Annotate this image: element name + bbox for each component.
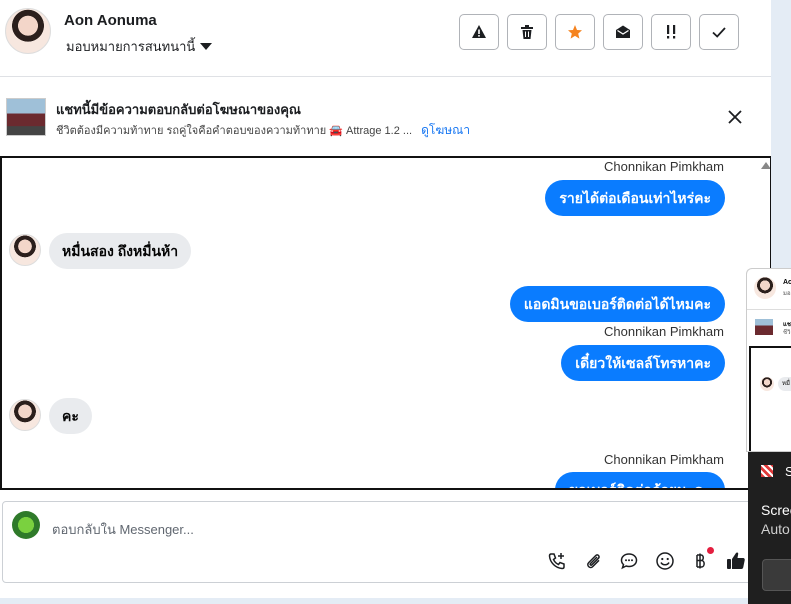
emoji-button[interactable] — [654, 550, 676, 572]
check-icon — [712, 27, 726, 38]
snipping-tool-icon — [761, 465, 773, 477]
baht-icon — [696, 553, 705, 569]
reply-composer[interactable]: ตอบกลับใน Messenger... — [2, 501, 771, 583]
contact-name[interactable]: Aon Aonuma — [64, 12, 157, 29]
toast-action-button[interactable] — [762, 559, 791, 591]
ad-reply-banner: แชทนี้มีข้อความตอบกลับต่อโฆษณาของคุณ ชีว… — [0, 78, 771, 156]
notification-dot — [707, 547, 714, 554]
chat-bubble-icon — [620, 553, 638, 570]
scroll-up-arrow-icon[interactable] — [761, 162, 770, 169]
contact-avatar-small — [9, 234, 41, 266]
page-avatar — [12, 511, 40, 539]
star-button[interactable] — [555, 14, 595, 50]
trash-icon — [521, 25, 533, 39]
mini-contact-name: Ao — [783, 279, 791, 286]
message-thread[interactable]: Chonnikan Pimkham รายได้ต่อเดือนเท่าไหร่… — [0, 156, 771, 490]
star-icon — [568, 25, 582, 39]
mini-ad-subtitle: ชีวิต — [783, 330, 791, 336]
attach-button[interactable] — [582, 550, 604, 572]
ad-thumbnail[interactable] — [6, 98, 46, 136]
mini-incoming-message: หมื่ — [778, 377, 791, 391]
phone-plus-icon — [548, 553, 565, 570]
page-scrollbar[interactable] — [771, 0, 791, 268]
report-button[interactable] — [459, 14, 499, 50]
view-ad-link[interactable]: ดูโฆษณา — [421, 123, 470, 137]
outgoing-message[interactable]: เดี๋ยวให้เซลล์โทรหาคะ — [561, 345, 725, 381]
outgoing-message[interactable]: ขอเบอร์ติดต่อด้วยนะคะ — [554, 472, 725, 488]
incoming-message[interactable]: คะ — [49, 398, 92, 434]
incoming-message[interactable]: หมื่นสอง ถึงหมื่นห้า — [49, 233, 192, 269]
close-icon[interactable] — [725, 107, 745, 127]
ad-banner-title: แชทนี้มีข้อความตอบกลับต่อโฆษณาของคุณ — [56, 102, 301, 117]
screenshot-toast-notification[interactable]: S Scree Auto — [748, 452, 791, 604]
saved-replies-button[interactable] — [618, 550, 640, 572]
contact-avatar-small — [9, 399, 41, 431]
toast-app-name: S — [785, 464, 791, 479]
mini-divider — [747, 309, 791, 310]
warning-icon — [472, 25, 486, 38]
conversation-panel: Aon Aonuma มอบหมายการสนทนานี้ แชทนี้มีข้… — [0, 0, 771, 598]
thumbs-up-icon — [727, 552, 745, 569]
mini-message-thread: หมื่ — [749, 346, 791, 451]
paperclip-icon — [587, 554, 600, 569]
sender-name: Chonnikan Pimkham — [604, 324, 724, 339]
follow-up-button[interactable] — [651, 14, 691, 50]
envelope-open-icon — [616, 25, 630, 38]
mark-unread-button[interactable] — [603, 14, 643, 50]
assign-conversation-dropdown[interactable]: มอบหมายการสนทนานี้ — [66, 36, 213, 57]
outgoing-message[interactable]: รายได้ต่อเดือนเท่าไหร่คะ — [545, 180, 725, 216]
secondary-conversation-window[interactable]: Ao มอ แชท ชีวิต หมื่ — [746, 268, 791, 452]
sender-name: Chonnikan Pimkham — [604, 452, 724, 467]
contact-avatar[interactable] — [5, 8, 51, 54]
like-button[interactable] — [725, 550, 747, 572]
delete-button[interactable] — [507, 14, 547, 50]
ad-banner-subtitle: ชีวิตต้องมีความท้าทาย รถคู่ใจคือคำตอบของ… — [56, 121, 470, 140]
toast-body: Auto — [761, 521, 790, 537]
exclamation-icon — [667, 25, 676, 39]
mini-avatar-small — [760, 377, 774, 391]
caret-down-icon — [200, 43, 213, 50]
mini-assign-label: มอ — [783, 291, 791, 297]
reply-input[interactable]: ตอบกลับใน Messenger... — [52, 519, 194, 540]
outgoing-message[interactable]: แอดมินขอเบอร์ติดต่อได้ไหมคะ — [509, 286, 725, 322]
sender-name: Chonnikan Pimkham — [604, 159, 724, 174]
assign-label: มอบหมายการสนทนานี้ — [66, 39, 196, 54]
smiley-icon — [656, 552, 674, 570]
mark-done-button[interactable] — [699, 14, 739, 50]
add-call-button[interactable] — [546, 550, 568, 572]
conversation-header: Aon Aonuma มอบหมายการสนทนานี้ — [0, 0, 771, 77]
mini-contact-avatar — [754, 277, 776, 299]
toast-title: Scree — [761, 502, 791, 518]
ad-banner-text: ชีวิตต้องมีความท้าทาย รถคู่ใจคือคำตอบของ… — [56, 125, 413, 137]
mini-ad-thumbnail — [755, 319, 773, 335]
